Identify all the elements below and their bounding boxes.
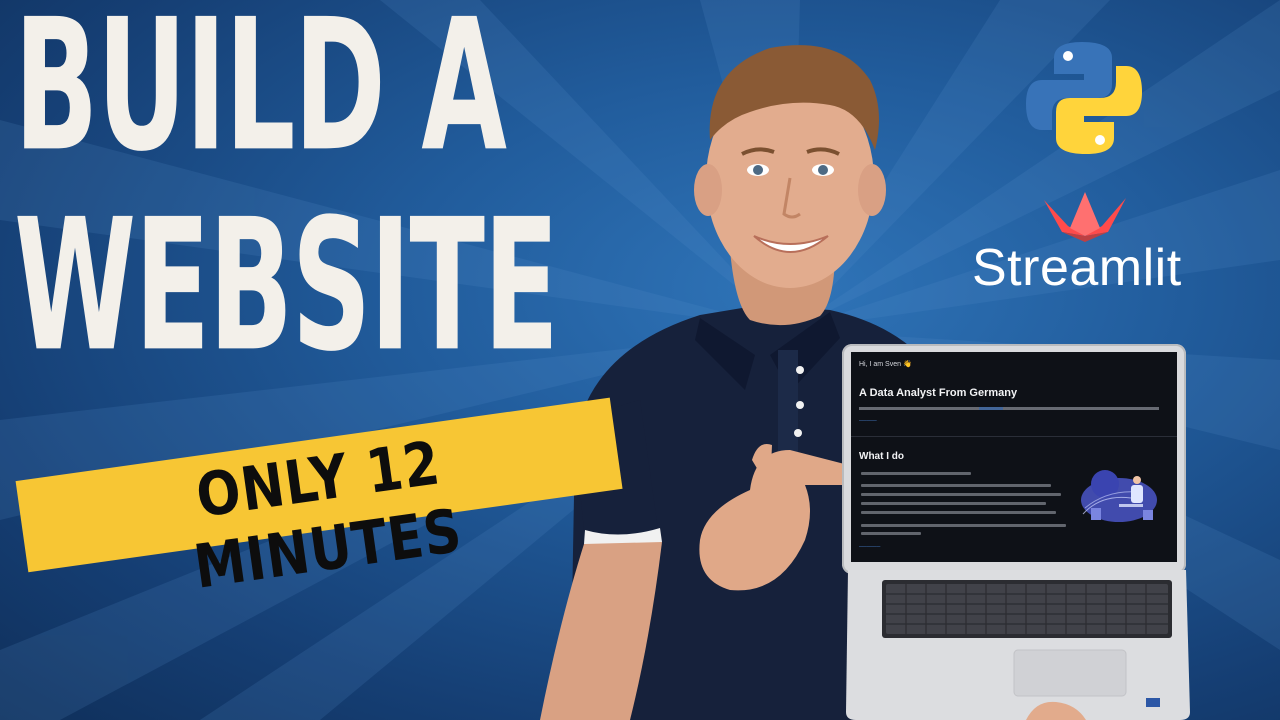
headline-line-2: WEBSITE (14, 180, 559, 392)
streamlit-crown-icon (1044, 192, 1126, 242)
screen-intro-text-line (859, 407, 1159, 410)
screen-link-placeholder[interactable]: ───── (859, 418, 877, 424)
thumbnail: BUILD A WEBSITE Streamlit Hi, I am Sven … (0, 0, 1280, 720)
python-logo-icon (1026, 42, 1142, 154)
screen-bullet-line (861, 493, 1061, 496)
screen-bullet-line (861, 484, 1051, 487)
laptop-lid: Hi, I am Sven 👋 A Data Analyst From Germ… (842, 344, 1186, 574)
screen-bullet-line (861, 511, 1056, 514)
screen-text-line (861, 524, 1066, 527)
screen-link-placeholder[interactable]: ────── (859, 544, 880, 550)
screen-title: A Data Analyst From Germany (859, 387, 1018, 399)
screen-text-line (861, 532, 921, 535)
headline-line-1: BUILD A (14, 0, 507, 192)
screen-text-line (861, 472, 971, 475)
screen-bullet-line (861, 502, 1046, 505)
streamlit-wordmark: Streamlit (972, 239, 1182, 297)
screen-divider (851, 436, 1177, 437)
data-analyst-illustration (1081, 470, 1157, 522)
laptop: Hi, I am Sven 👋 A Data Analyst From Germ… (842, 344, 1190, 720)
screen-greeting: Hi, I am Sven 👋 (859, 361, 912, 368)
screen-section-title: What I do (859, 451, 904, 462)
laptop-keyboard-deck (846, 570, 1190, 720)
laptop-screen: Hi, I am Sven 👋 A Data Analyst From Germ… (851, 352, 1177, 562)
